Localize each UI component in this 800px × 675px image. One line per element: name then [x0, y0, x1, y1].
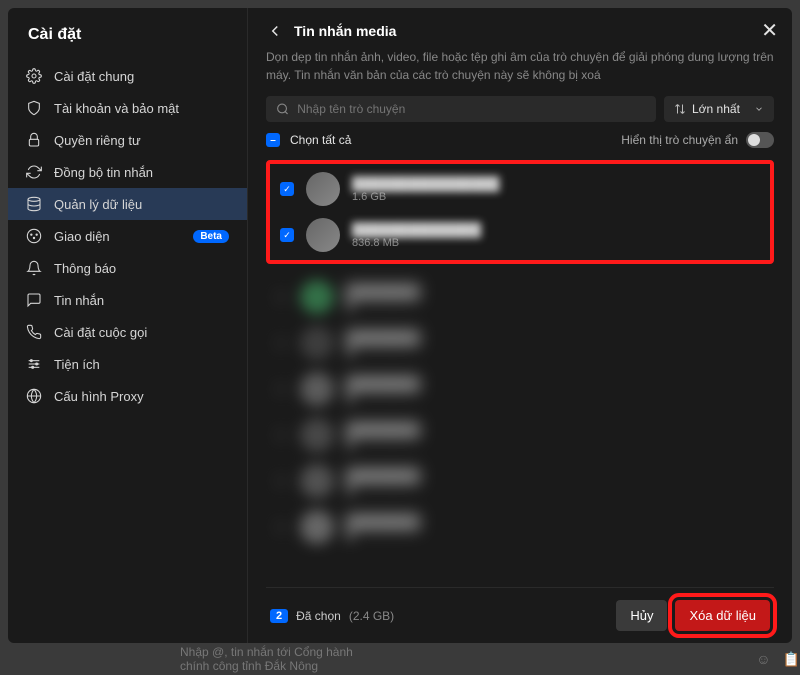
sort-dropdown[interactable]: Lớn nhất: [664, 96, 774, 122]
lock-icon: [26, 132, 42, 148]
sidebar-item-label: Cấu hình Proxy: [54, 389, 144, 404]
conversation-checkbox[interactable]: [274, 428, 288, 442]
avatar: [300, 372, 334, 406]
search-input-wrapper[interactable]: [266, 96, 656, 122]
conversation-checkbox[interactable]: ✓: [280, 182, 294, 196]
sidebar-item-dongbo[interactable]: Đồng bộ tin nhắn: [8, 156, 247, 188]
page-title: Tin nhắn media: [294, 23, 396, 39]
avatar: [300, 510, 334, 544]
sort-icon: [674, 103, 686, 115]
back-button[interactable]: [266, 22, 284, 40]
sidebar-item-label: Quản lý dữ liệu: [54, 197, 142, 212]
sidebar-item-label: Giao diện: [54, 229, 110, 244]
delete-button[interactable]: Xóa dữ liệu: [675, 600, 770, 631]
attachment-icon[interactable]: 📋: [783, 651, 800, 668]
sidebar-item-label: Cài đặt chung: [54, 69, 134, 84]
conversation-row[interactable]: █████████: [266, 412, 774, 458]
sidebar-item-taikhoan[interactable]: Tài khoản và bảo mật: [8, 92, 247, 124]
sidebar-item-cuocgoi[interactable]: Cài đặt cuộc gọi: [8, 316, 247, 348]
conversation-row[interactable]: █████████: [266, 274, 774, 320]
sidebar-item-tinnhan[interactable]: Tin nhắn: [8, 284, 247, 316]
highlighted-selection: ✓ ████████████████ 1.6 GB ✓ ████████████…: [266, 160, 774, 264]
avatar: [300, 326, 334, 360]
hidden-toggle-label: Hiển thị trò chuyện ẩn: [621, 133, 738, 147]
sidebar-item-label: Tài khoản và bảo mật: [54, 101, 179, 116]
sidebar-item-proxy[interactable]: Cấu hình Proxy: [8, 380, 247, 412]
conversation-checkbox[interactable]: [274, 336, 288, 350]
selected-label: Đã chọn: [296, 609, 341, 623]
sidebar-item-quanly[interactable]: Quản lý dữ liệu: [8, 188, 247, 220]
shield-icon: [26, 100, 42, 116]
avatar: [300, 464, 334, 498]
conversation-checkbox[interactable]: [274, 474, 288, 488]
sync-icon: [26, 164, 42, 180]
sidebar-item-label: Tiện ích: [54, 357, 100, 372]
sidebar-item-tienich[interactable]: Tiện ích: [8, 348, 247, 380]
sidebar-item-quyen[interactable]: Quyền riêng tư: [8, 124, 247, 156]
sidebar-item-caidatchung[interactable]: Cài đặt chung: [8, 60, 247, 92]
utility-icon: [26, 356, 42, 372]
avatar: [300, 280, 334, 314]
avatar: [306, 172, 340, 206]
conversation-name: ██████████████: [352, 222, 760, 237]
conversation-row[interactable]: █████████: [266, 320, 774, 366]
chat-input-placeholder: Nhập @, tin nhắn tới Cổng hành chính côn…: [180, 645, 800, 673]
avatar: [306, 218, 340, 252]
chevron-down-icon: [754, 104, 764, 114]
sidebar-item-label: Cài đặt cuộc gọi: [54, 325, 147, 340]
page-description: Dọn dẹp tin nhắn ảnh, video, file hoặc t…: [266, 48, 774, 84]
sidebar-item-label: Quyền riêng tư: [54, 133, 141, 148]
select-all-checkbox[interactable]: –: [266, 133, 280, 147]
conversation-size: 836.8 MB: [352, 237, 760, 249]
phone-icon: [26, 324, 42, 340]
sidebar-item-giaodien[interactable]: Giao diện Beta: [8, 220, 247, 252]
settings-dialog: ✕ Cài đặt Cài đặt chung Tài khoản và bảo…: [8, 8, 792, 643]
database-icon: [26, 196, 42, 212]
conversation-checkbox[interactable]: [274, 290, 288, 304]
conversation-size: 1.6 GB: [352, 191, 760, 203]
cancel-button[interactable]: Hủy: [616, 600, 667, 631]
search-icon: [276, 102, 289, 116]
palette-icon: [26, 228, 42, 244]
gear-icon: [26, 68, 42, 84]
sidebar: Cài đặt Cài đặt chung Tài khoản và bảo m…: [8, 8, 248, 643]
close-button[interactable]: ✕: [761, 18, 778, 43]
dialog-title: Cài đặt: [8, 22, 247, 60]
main-panel: Tin nhắn media Dọn dẹp tin nhắn ảnh, vid…: [248, 8, 792, 643]
sort-label: Lớn nhất: [692, 102, 740, 116]
selected-count: 2: [270, 609, 288, 623]
conversation-row[interactable]: █████████: [266, 504, 774, 550]
message-icon: [26, 292, 42, 308]
selected-size: (2.4 GB): [349, 609, 394, 623]
conversation-row[interactable]: ✓ ██████████████ 836.8 MB: [272, 212, 768, 258]
sidebar-item-label: Đồng bộ tin nhắn: [54, 165, 153, 180]
footer: 2 Đã chọn (2.4 GB) Hủy Xóa dữ liệu: [266, 587, 774, 643]
conversation-row[interactable]: █████████: [266, 366, 774, 412]
conversation-checkbox[interactable]: [274, 382, 288, 396]
emoji-icon[interactable]: ☺: [756, 651, 770, 668]
bell-icon: [26, 260, 42, 276]
sidebar-item-label: Thông báo: [54, 261, 116, 276]
sidebar-item-thongbao[interactable]: Thông báo: [8, 252, 247, 284]
avatar: [300, 418, 334, 452]
conversation-checkbox[interactable]: ✓: [280, 228, 294, 242]
proxy-icon: [26, 388, 42, 404]
conversation-checkbox[interactable]: [274, 520, 288, 534]
hidden-toggle[interactable]: [746, 132, 774, 148]
sidebar-item-label: Tin nhắn: [54, 293, 104, 308]
conversation-name: ████████████████: [352, 176, 760, 191]
search-input[interactable]: [297, 102, 646, 116]
conversation-row[interactable]: ✓ ████████████████ 1.6 GB: [272, 166, 768, 212]
beta-badge: Beta: [193, 230, 229, 243]
conversation-row[interactable]: █████████: [266, 458, 774, 504]
select-all-label: Chọn tất cả: [290, 133, 351, 147]
